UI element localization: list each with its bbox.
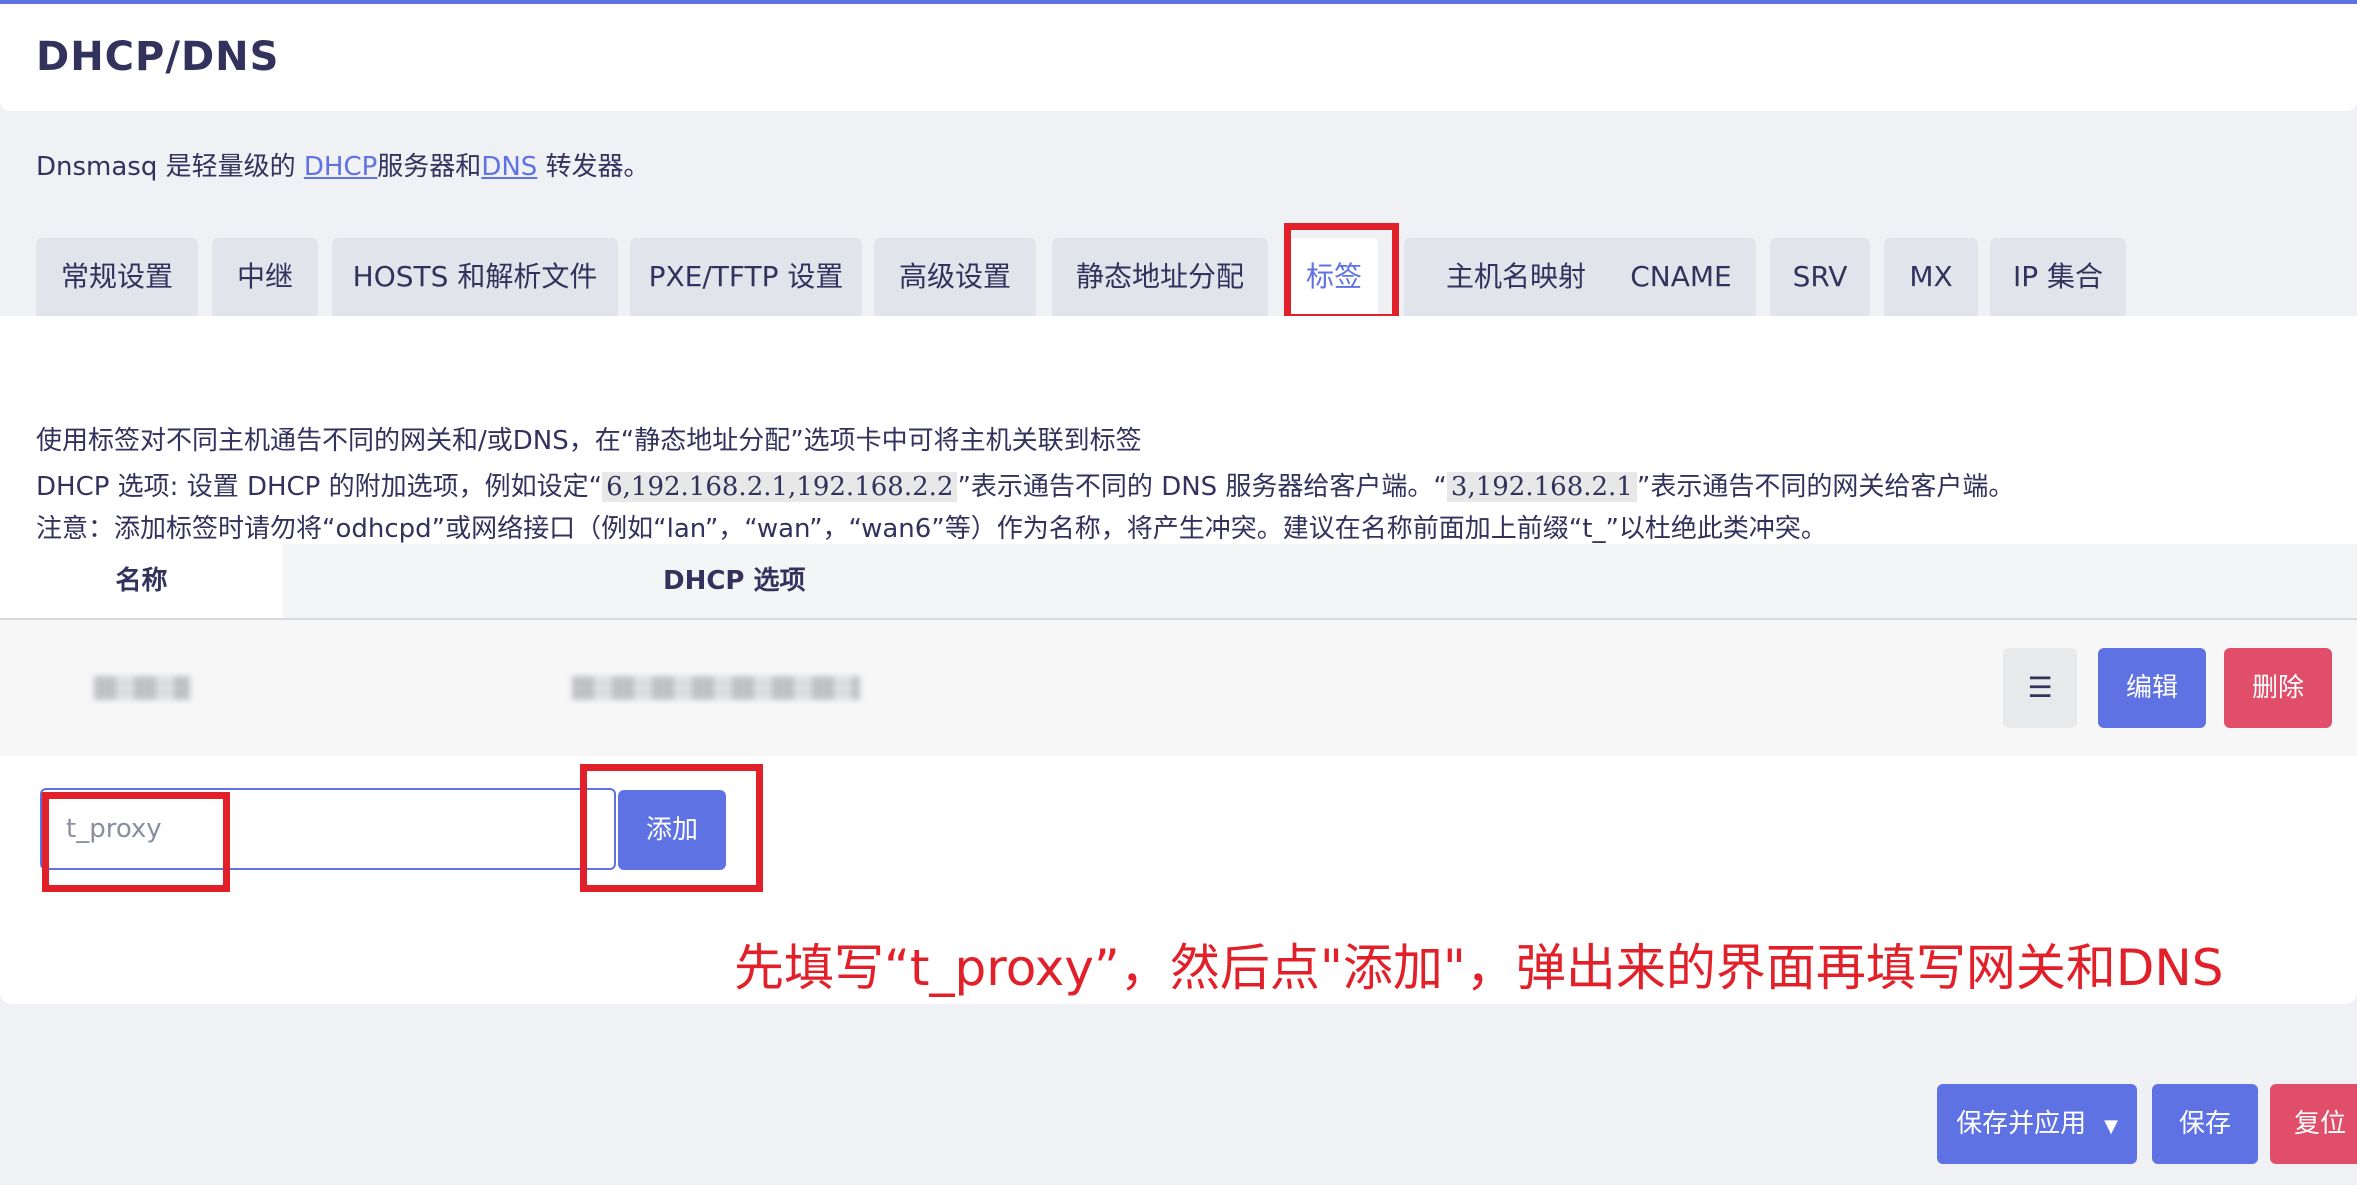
save-button[interactable]: 保存 — [2152, 1084, 2258, 1164]
help-code-gateway-example: 3,192.168.2.1 — [1446, 472, 1637, 502]
help-line-3: 注意：添加标签时请勿将“odhcpd”或网络接口（例如“lan”，“wan”，“… — [36, 514, 1827, 544]
help-line-1: 使用标签对不同主机通告不同的网关和/或DNS，在“静态地址分配”选项卡中可将主机… — [36, 426, 1142, 456]
help-line-2-c: ”表示通告不同的网关给客户端。 — [1636, 472, 2015, 502]
highlight-box-add-button — [580, 764, 763, 892]
tab-cname[interactable]: CNAME — [1606, 238, 1756, 316]
blurred-tag-name — [94, 676, 190, 700]
description-middle: 服务器和 — [377, 152, 482, 182]
save-and-apply-button[interactable]: 保存并应用 ▼ — [1937, 1084, 2137, 1164]
column-header-name: 名称 — [0, 544, 283, 618]
instruction-annotation: 先填写“t_proxy”，然后点"添加"，弹出来的界面再填写网关和DNS — [734, 939, 2224, 997]
table-header: 名称 DHCP 选项 — [0, 544, 2357, 620]
tab-general[interactable]: 常规设置 — [36, 238, 198, 316]
highlight-box-input — [42, 792, 230, 892]
page-header: DHCP/DNS — [0, 4, 2357, 111]
help-line-2-b: ”表示通告不同的 DNS 服务器给客户端。“ — [957, 472, 1447, 502]
dhcp-link[interactable]: DHCP — [304, 152, 377, 182]
blurred-dhcp-options — [572, 676, 860, 700]
column-header-dhcp-options-label: DHCP 选项 — [663, 566, 806, 596]
chevron-down-icon[interactable]: ▼ — [2104, 1116, 2118, 1137]
description-prefix: Dnsmasq 是轻量级的 — [36, 152, 304, 182]
highlight-box-tags-tab — [1284, 223, 1399, 321]
help-line-2: DHCP 选项: 设置 DHCP 的附加选项，例如设定“ 6,192.168.2.… — [36, 466, 2014, 503]
edit-button[interactable]: 编辑 — [2098, 648, 2206, 728]
delete-button[interactable]: 删除 — [2224, 648, 2332, 728]
tab-pxe-tftp[interactable]: PXE/TFTP 设置 — [630, 238, 862, 316]
help-code-dns-example: 6,192.168.2.1,192.168.2.2 — [602, 472, 958, 502]
row-drag-menu-button[interactable]: ☰ — [2003, 648, 2077, 728]
help-line-2-a: DHCP 选项: 设置 DHCP 的附加选项，例如设定“ — [36, 472, 603, 502]
tab-static-leases[interactable]: 静态地址分配 — [1052, 238, 1268, 316]
tab-hostname-mapping[interactable]: 主机名映射 — [1404, 238, 1628, 316]
tab-relay[interactable]: 中继 — [212, 238, 318, 316]
description-suffix: 转发器。 — [537, 152, 650, 182]
tab-hosts-resolv[interactable]: HOSTS 和解析文件 — [332, 238, 618, 316]
tab-advanced[interactable]: 高级设置 — [874, 238, 1036, 316]
tab-srv[interactable]: SRV — [1770, 238, 1870, 316]
tab-mx[interactable]: MX — [1884, 238, 1978, 316]
page-title: DHCP/DNS — [36, 34, 280, 80]
save-and-apply-label: 保存并应用 — [1956, 1109, 2087, 1139]
tab-ipsets[interactable]: IP 集合 — [1990, 238, 2126, 316]
column-header-dhcp-options: DHCP 选项 — [283, 544, 2357, 618]
page-description: Dnsmasq 是轻量级的 DHCP服务器和DNS 转发器。 — [36, 146, 650, 183]
reset-button[interactable]: 复位 — [2270, 1084, 2357, 1164]
dns-link[interactable]: DNS — [481, 152, 537, 182]
